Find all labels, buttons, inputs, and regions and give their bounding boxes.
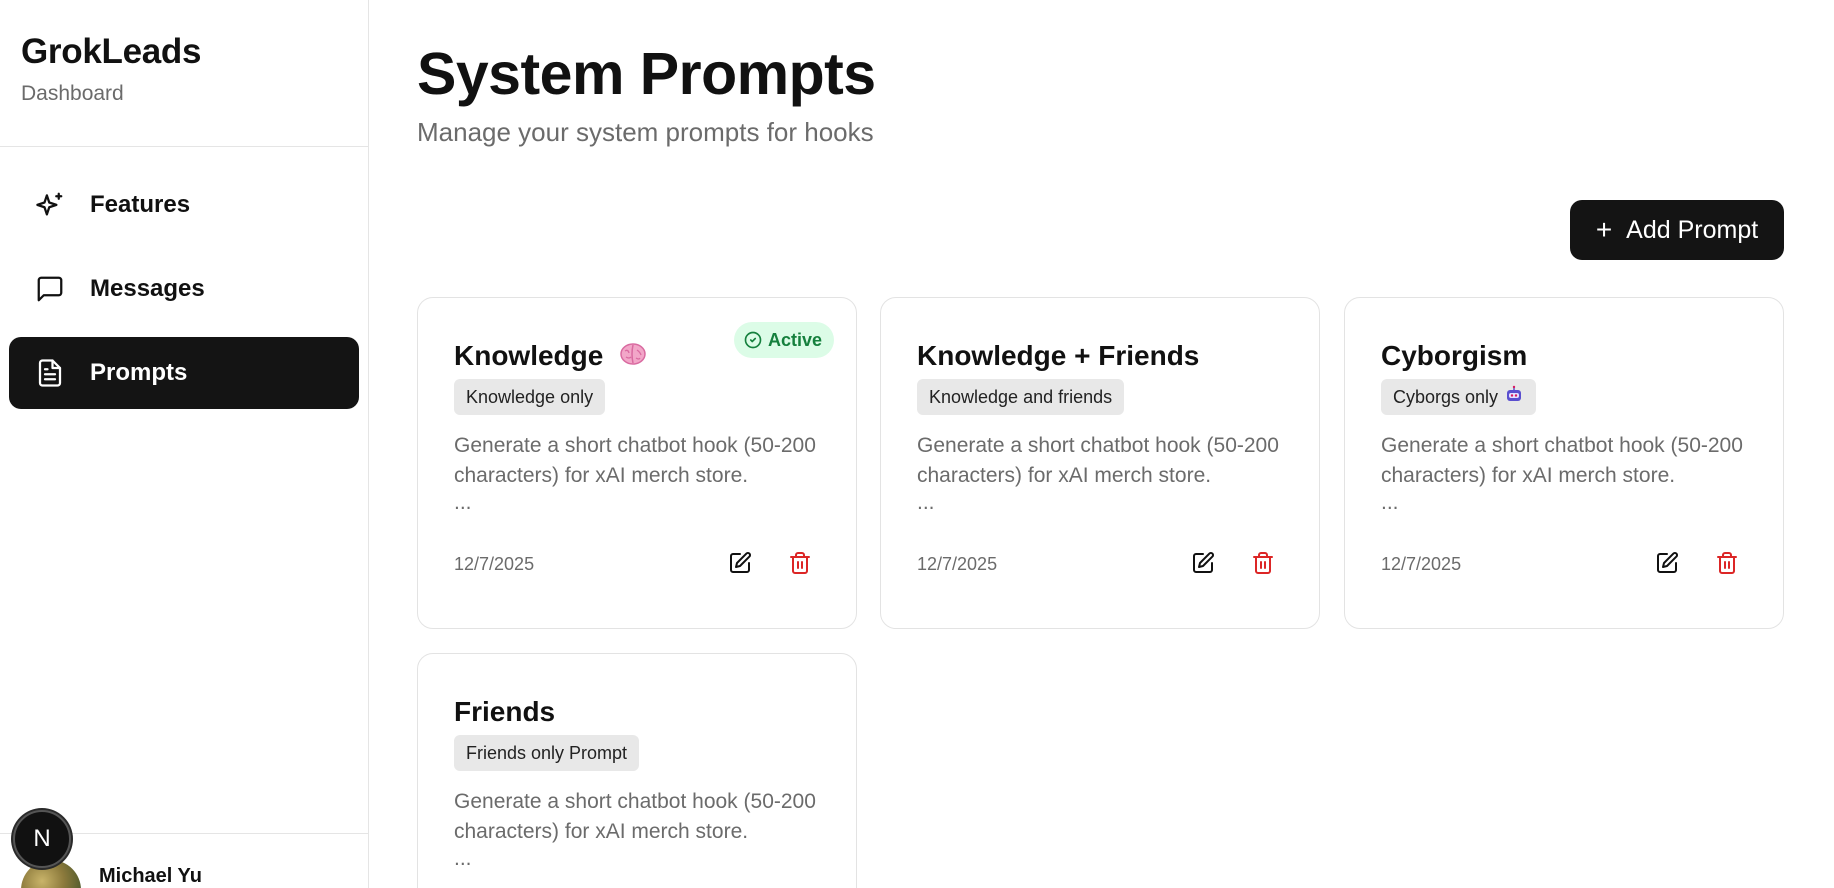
edit-button[interactable] — [1187, 547, 1219, 579]
add-prompt-button[interactable]: + Add Prompt — [1570, 200, 1784, 260]
card-title: Knowledge — [454, 340, 647, 374]
page-subtitle: Manage your system prompts for hooks — [417, 117, 874, 147]
delete-button[interactable] — [784, 547, 816, 579]
card-tag-text: Cyborgs only — [1393, 386, 1499, 407]
check-circle-icon — [744, 331, 762, 349]
brand-title: GrokLeads — [21, 32, 202, 71]
card-description: Generate a short chatbot hook (50-200 ch… — [917, 434, 1279, 487]
card-tag: Knowledge and friends — [917, 379, 1125, 415]
card-tag: Friends only Prompt — [454, 735, 640, 771]
user-name: Michael Yu — [99, 865, 203, 887]
card-title: Knowledge + Friends — [917, 340, 1200, 371]
card-ellipsis: ... — [454, 491, 472, 514]
prompt-card[interactable]: Friends Friends only Prompt Generate a s… — [417, 653, 857, 888]
dev-tools-badge[interactable]: N — [13, 810, 71, 868]
card-tag: Knowledge only — [454, 379, 606, 415]
add-prompt-label: Add Prompt — [1626, 215, 1759, 244]
card-title-text: Knowledge — [454, 340, 604, 371]
delete-button[interactable] — [1247, 547, 1279, 579]
sidebar-item-label: Prompts — [90, 359, 188, 386]
edit-icon — [1657, 552, 1678, 573]
active-label: Active — [768, 329, 823, 350]
edit-button[interactable] — [1651, 547, 1683, 579]
card-date: 12/7/2025 — [917, 554, 998, 574]
card-date: 12/7/2025 — [454, 554, 535, 574]
robot-icon — [1504, 385, 1524, 410]
edit-icon — [730, 552, 751, 573]
card-ellipsis: ... — [1381, 491, 1399, 514]
trash-icon — [1253, 552, 1273, 574]
plus-icon: + — [1595, 214, 1613, 245]
brain-icon — [619, 341, 647, 374]
trash-icon — [1717, 552, 1737, 574]
sidebar-item-prompts[interactable]: Prompts — [9, 337, 359, 409]
prompt-card[interactable]: Knowledge + Friends Knowledge and friend… — [880, 297, 1320, 629]
sidebar-nav: Features Messages Prompts — [0, 147, 368, 409]
brand: GrokLeads Dashboard — [0, 0, 368, 147]
active-status-badge: Active — [734, 322, 835, 358]
sidebar-item-label: Features — [90, 191, 191, 218]
card-tag: Cyborgs only — [1381, 379, 1537, 415]
card-description: Generate a short chatbot hook (50-200 ch… — [1381, 434, 1743, 487]
card-title: Friends — [454, 696, 556, 727]
prompt-card[interactable]: Cyborgism Cyborgs only Generate a short … — [1344, 297, 1784, 629]
card-title: Cyborgism — [1381, 340, 1528, 371]
card-description: Generate a short chatbot hook (50-200 ch… — [454, 790, 816, 843]
sidebar-item-features[interactable]: Features — [9, 169, 359, 241]
page-title: System Prompts — [417, 41, 876, 107]
card-ellipsis: ... — [917, 491, 935, 514]
card-ellipsis: ... — [454, 847, 472, 870]
file-text-icon — [33, 356, 67, 390]
delete-button[interactable] — [1711, 547, 1743, 579]
message-square-icon — [33, 272, 67, 306]
edit-button[interactable] — [724, 547, 756, 579]
trash-icon — [790, 552, 810, 574]
sparkles-icon — [33, 188, 67, 222]
sidebar-item-label: Messages — [90, 275, 205, 302]
sidebar-item-messages[interactable]: Messages — [9, 253, 359, 325]
sidebar: GrokLeads Dashboard Features Messages Pr… — [0, 0, 369, 888]
edit-icon — [1193, 552, 1214, 573]
card-date: 12/7/2025 — [1381, 554, 1462, 574]
prompt-card[interactable]: Knowledge Active Knowledge only Generate… — [417, 297, 857, 629]
card-description: Generate a short chatbot hook (50-200 ch… — [454, 434, 816, 487]
brand-subtitle: Dashboard — [21, 82, 124, 105]
